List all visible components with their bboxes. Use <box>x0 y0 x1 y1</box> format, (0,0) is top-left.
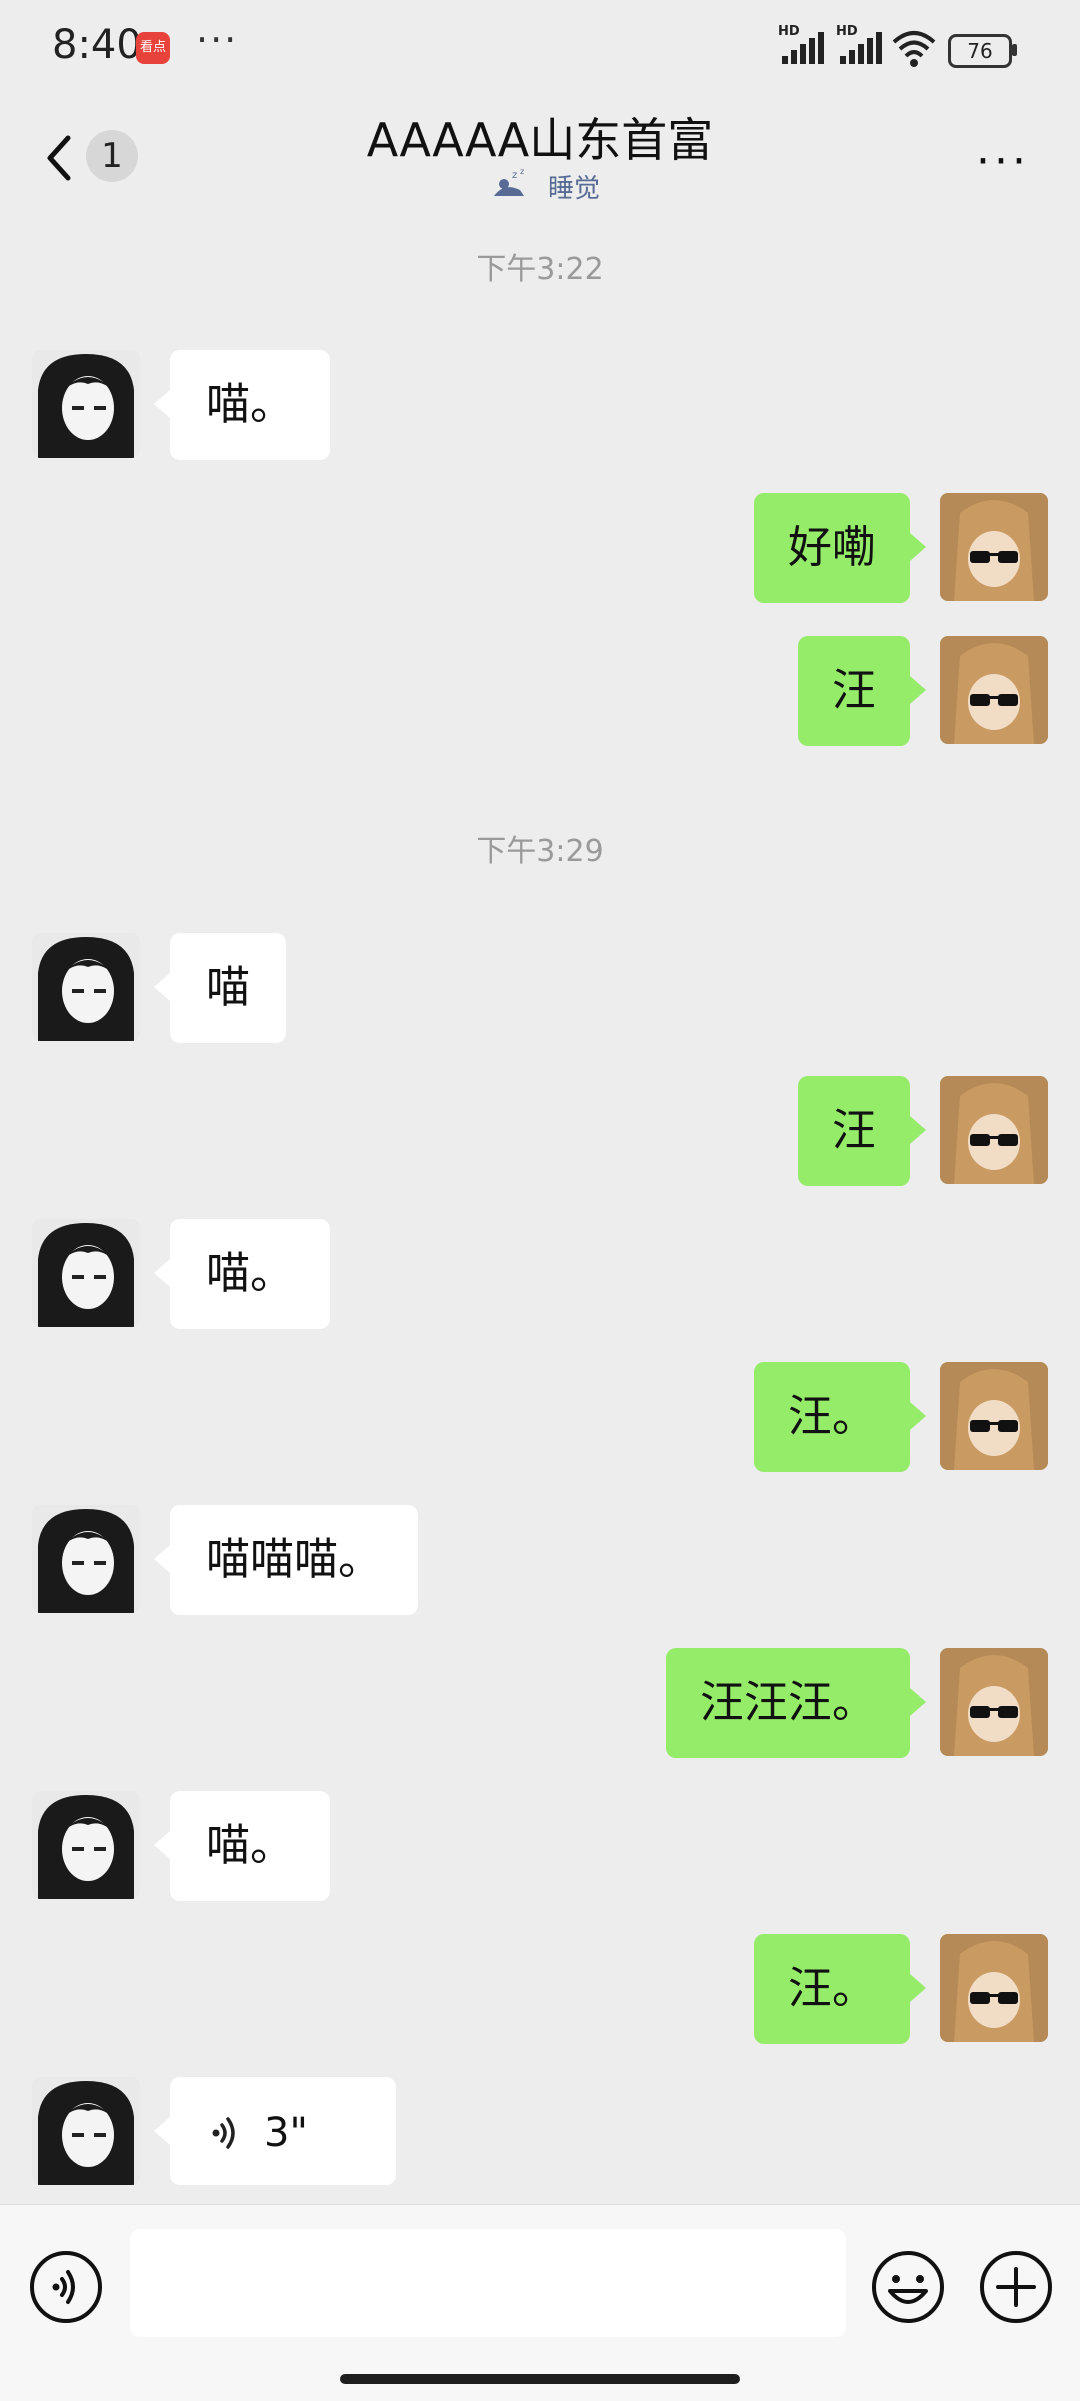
chat-header: 1 AAAAA山东首富 z z 睡觉 ··· <box>0 96 1080 218</box>
input-bar <box>0 2204 1080 2401</box>
battery-icon: 76 <box>948 34 1012 68</box>
contact-avatar[interactable] <box>32 1219 140 1327</box>
app-notification-icon: 看点 <box>136 32 170 64</box>
my-avatar[interactable] <box>940 636 1048 744</box>
message-bubble-incoming[interactable]: 喵 <box>154 933 286 1043</box>
more-notifications-icon: ··· <box>196 18 239 62</box>
message-bubble-outgoing[interactable]: 好嘞 <box>754 493 926 603</box>
status-bar: 8:40 看点 ··· HD HD 76 <box>0 0 1080 96</box>
plus-button[interactable] <box>976 2247 1056 2327</box>
wifi-icon <box>892 31 936 67</box>
time-separator: 下午3:22 <box>476 252 604 287</box>
contact-avatar[interactable] <box>32 350 140 458</box>
status-time: 8:40 <box>52 22 142 68</box>
message-bubble-incoming[interactable]: 喵。 <box>154 1791 330 1901</box>
chat-title[interactable]: AAAAA山东首富 <box>0 104 1080 170</box>
my-avatar[interactable] <box>940 493 1048 601</box>
message-bubble-outgoing[interactable]: 汪 <box>798 636 926 746</box>
message-bubble-incoming[interactable]: 喵。 <box>154 1219 330 1329</box>
message-bubble-incoming[interactable]: 喵。 <box>154 350 330 460</box>
voice-duration: 3" <box>264 2110 308 2156</box>
my-avatar[interactable] <box>940 1648 1048 1756</box>
voice-message-bubble[interactable]: 3" <box>154 2077 396 2185</box>
message-bubble-outgoing[interactable]: 汪 <box>798 1076 926 1186</box>
contact-avatar[interactable] <box>32 1505 140 1613</box>
my-avatar[interactable] <box>940 1076 1048 1184</box>
svg-text:z: z <box>512 170 517 181</box>
battery-tip <box>1012 44 1017 56</box>
contact-avatar[interactable] <box>32 933 140 1041</box>
contact-avatar[interactable] <box>32 2077 140 2185</box>
home-indicator[interactable] <box>340 2374 740 2384</box>
my-avatar[interactable] <box>940 1362 1048 1470</box>
contact-avatar[interactable] <box>32 1791 140 1899</box>
emoji-button[interactable] <box>868 2247 948 2327</box>
message-bubble-outgoing[interactable]: 汪。 <box>754 1362 926 1472</box>
signal-icon-2: HD <box>836 24 884 64</box>
sleep-status-icon: z z <box>494 167 524 196</box>
voice-input-button[interactable] <box>26 2247 106 2327</box>
voice-wave-icon <box>212 2117 235 2149</box>
my-avatar[interactable] <box>940 1934 1048 2042</box>
message-bubble-outgoing[interactable]: 汪。 <box>754 1934 926 2044</box>
signal-icon: HD <box>778 24 826 64</box>
svg-text:z: z <box>520 167 524 176</box>
message-bubble-incoming[interactable]: 喵喵喵。 <box>154 1505 418 1615</box>
chat-status-text: 睡觉 <box>548 174 601 204</box>
message-input[interactable] <box>130 2229 846 2337</box>
more-options-button[interactable]: ··· <box>976 136 1030 187</box>
time-separator: 下午3:29 <box>476 834 604 869</box>
message-bubble-outgoing[interactable]: 汪汪汪。 <box>666 1648 926 1758</box>
